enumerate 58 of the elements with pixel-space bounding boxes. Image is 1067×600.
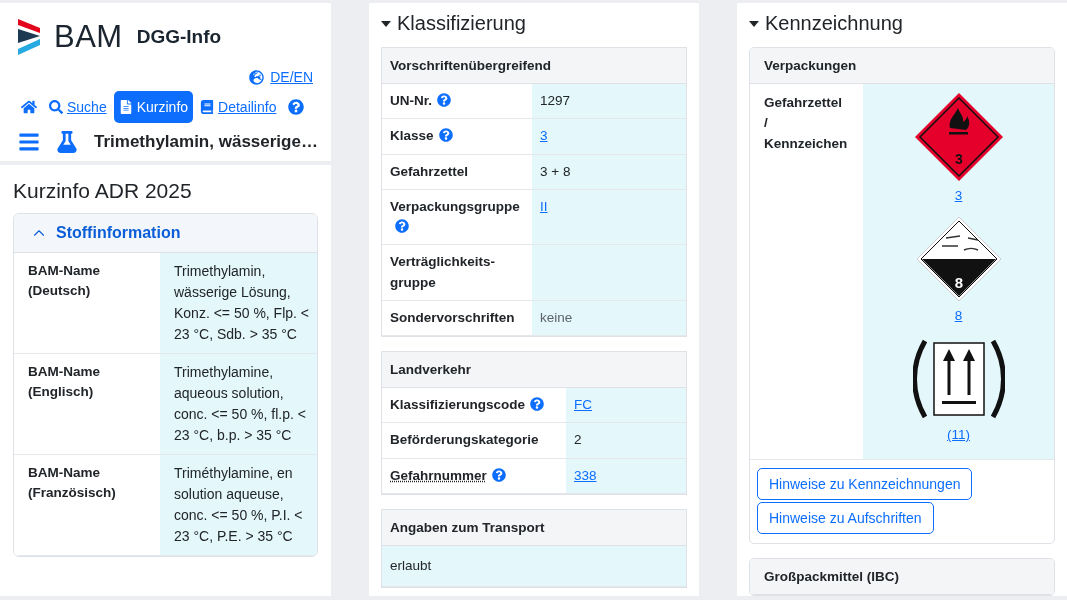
help-icon[interactable] [437, 93, 451, 107]
app-name: DGG-Info [136, 26, 222, 48]
card-header: Verpackungen [750, 48, 1054, 84]
nav-link[interactable]: Detailinfo [195, 91, 282, 123]
flask-icon [56, 131, 78, 153]
table-cell: erlaubt [382, 545, 686, 587]
label-link[interactable]: 3 [954, 186, 963, 207]
card-header: Angaben zum Transport [382, 509, 686, 546]
caret-icon [381, 20, 391, 27]
section-heading[interactable]: Klassifizierung [369, 3, 699, 47]
caret-icon [749, 20, 759, 27]
row-label: Beförderungskategorie [390, 432, 539, 448]
row-label: Gefahrzettel [390, 163, 469, 179]
card-header: Vorschriftenübergreifend [382, 48, 686, 84]
document-icon [118, 100, 133, 114]
label-link[interactable]: 8 [954, 306, 963, 327]
card-header: Großpackmittel (IBC) [750, 558, 1054, 595]
menu-icon[interactable] [18, 131, 40, 153]
hint-button[interactable]: Hinweise zu Kennzeichnungen [757, 467, 973, 500]
table-cell: 2 [566, 423, 686, 459]
table-cell: keine [532, 300, 686, 336]
help-icon[interactable] [395, 219, 409, 233]
row-label: Klasse [390, 128, 434, 144]
value-link[interactable]: 3 [540, 128, 548, 144]
table-cell: Triméthylamine, en solution aqueuse, conc. <= 50 %, P.I. < 23 °C, P.E. > 35 °C [160, 455, 317, 556]
language-link[interactable]: DE/EN [249, 69, 313, 85]
help-icon[interactable] [438, 128, 453, 143]
help-icon[interactable] [491, 467, 506, 482]
help-icon[interactable] [530, 397, 545, 411]
row-label: Klassifizierungscode [390, 397, 526, 412]
row-label: Gefahrnummer [390, 467, 487, 483]
substance-title: Trimethylamin, wässerige… [94, 132, 318, 152]
value-link[interactable]: II [540, 198, 548, 214]
table-cell: 1297 [532, 84, 686, 120]
book-icon [200, 100, 215, 114]
corrosive-hazard-label: 8 [915, 216, 1002, 303]
table-cell: 3 + 8 [532, 154, 686, 190]
flammable-hazard-label: 3 [913, 92, 1004, 182]
table-cell: Trimethylamine, aqueous solution, conc. <= 50 %, fl.p. < 23 °C, b.p. > 35 °C [160, 354, 317, 455]
value-link[interactable]: 338 [574, 467, 597, 483]
row-label: Sondervorschriften [390, 309, 515, 325]
logo-text: BAM [54, 19, 123, 55]
nav-link[interactable]: Kurzinfo [113, 91, 194, 123]
page-title: Kurzinfo ADR 2025 [13, 179, 193, 203]
table-cell: Trimethylamin, wässerige Lösung, Konz. <= 50 %, Flp. < 23 °C, Sdb. > 35 °C [160, 253, 317, 354]
label-link[interactable]: (11) [947, 424, 970, 445]
row-label: UN-Nr. [390, 93, 432, 108]
row-label: Verträglichkeits-gruppe [390, 254, 496, 290]
row-label: Verpackungsgruppe [390, 198, 520, 214]
card-header: Landverkehr [382, 352, 686, 388]
hint-button[interactable]: Hinweise zu Aufschriften [757, 501, 934, 534]
globe-icon [249, 69, 265, 85]
search-icon [49, 100, 63, 114]
value-link[interactable]: FC [574, 397, 592, 412]
nav-link[interactable]: Suche [44, 91, 112, 123]
section-heading[interactable]: Kennzeichnung [737, 3, 1067, 47]
accordion-header[interactable]: Stoffinformation [14, 214, 317, 253]
logo-icon [18, 19, 40, 55]
